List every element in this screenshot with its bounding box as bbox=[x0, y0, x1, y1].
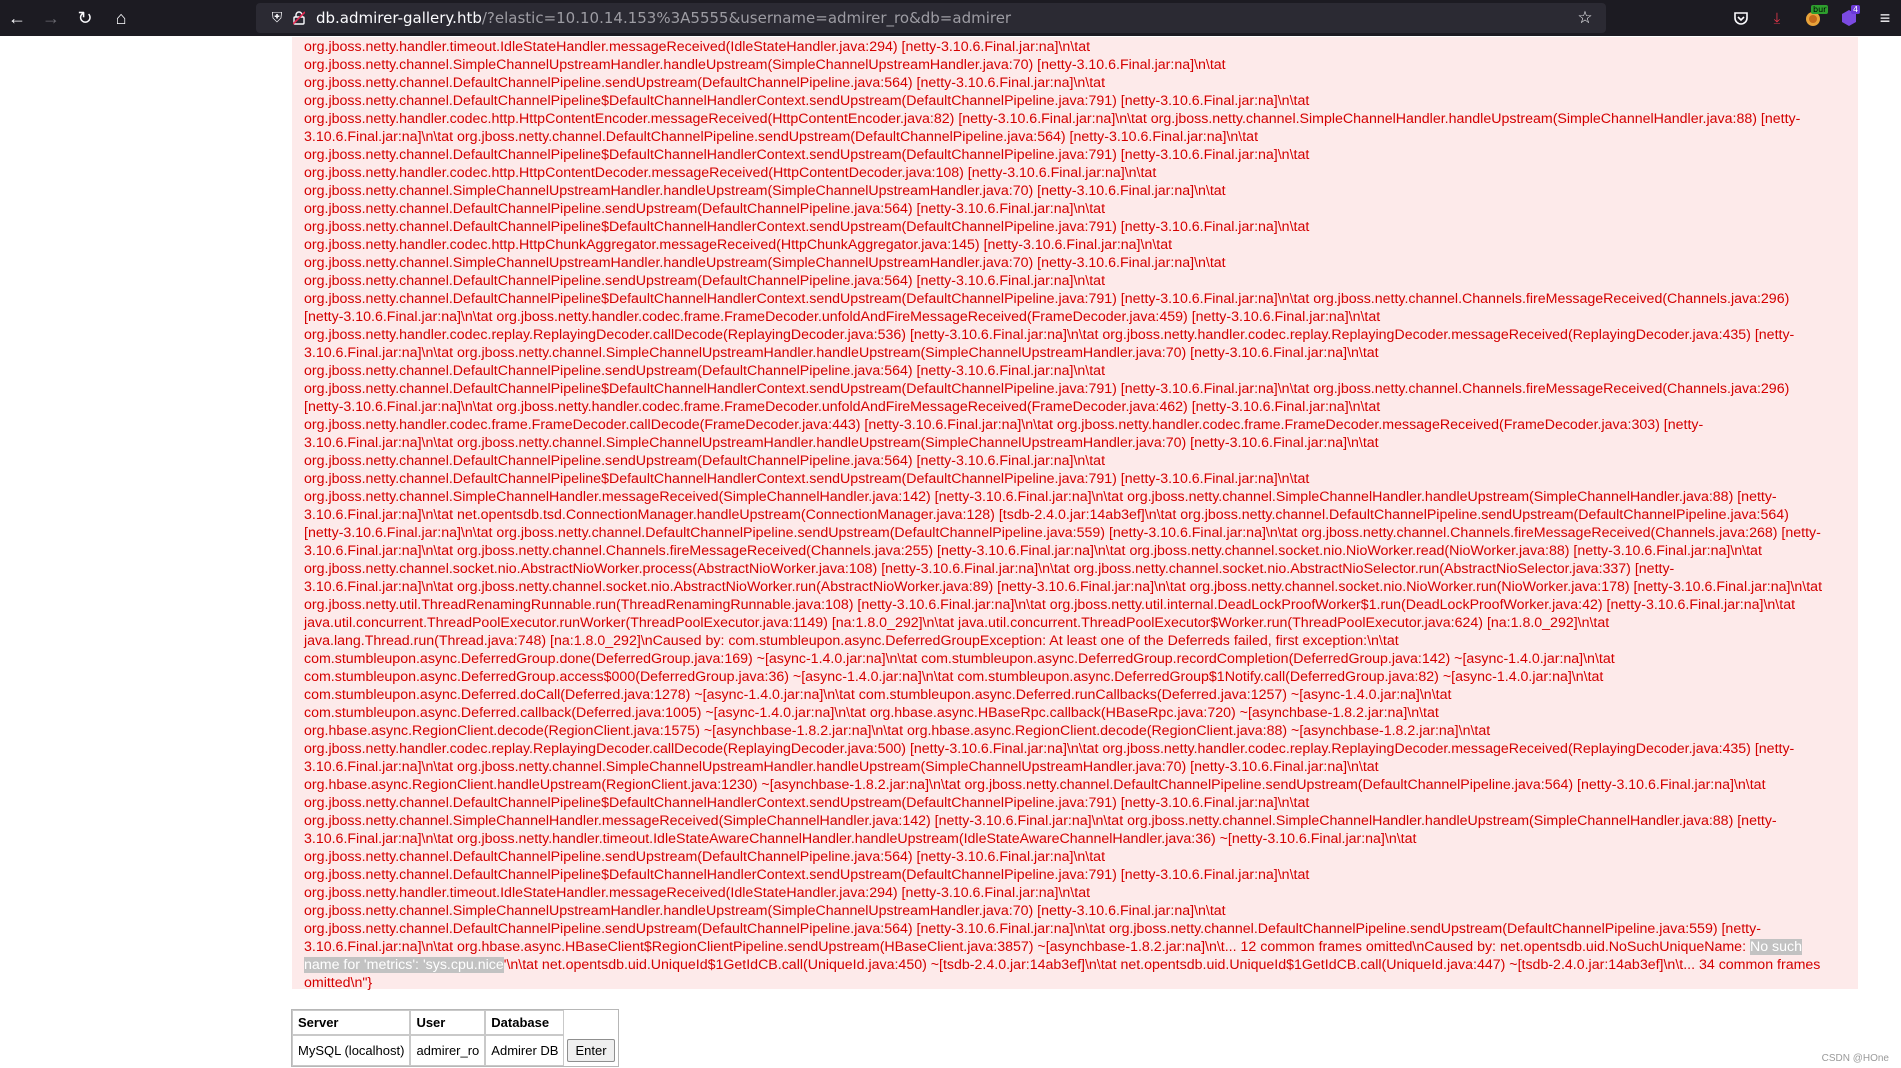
bookmark-star-icon[interactable]: ☆ bbox=[1572, 3, 1598, 33]
shield-icon[interactable]: ⛨ bbox=[266, 3, 288, 33]
extension-badge: bur bbox=[1811, 5, 1829, 14]
database-value: Admirer DB bbox=[485, 1035, 565, 1066]
browser-toolbar: ← → ↻ ⌂ ⛨ db.admirer-gallery.htb/?elasti… bbox=[0, 0, 1901, 36]
lock-icon[interactable] bbox=[288, 3, 310, 33]
url-host: db.admirer-gallery.htb bbox=[316, 9, 482, 27]
user-value: admirer_ro bbox=[410, 1035, 486, 1066]
forward-icon[interactable]: → bbox=[34, 0, 68, 36]
login-header-row: Server User Database bbox=[292, 1010, 618, 1035]
home-icon[interactable]: ⌂ bbox=[104, 0, 138, 36]
watermark: CSDN @HOne bbox=[1821, 1053, 1889, 1064]
user-header: User bbox=[410, 1010, 486, 1035]
login-row: MySQL (localhost) admirer_ro Admirer DB … bbox=[292, 1035, 618, 1066]
enter-button[interactable]: Enter bbox=[567, 1039, 615, 1062]
database-header: Database bbox=[485, 1010, 565, 1035]
purple-extension-icon[interactable]: 4 bbox=[1837, 5, 1861, 30]
extension-count-badge: 4 bbox=[1851, 5, 1861, 14]
burp-extension-icon[interactable]: bur bbox=[1801, 5, 1829, 30]
error-tail: '\n\tat net.opentsdb.uid.UniqueId$1GetId… bbox=[304, 957, 1821, 991]
login-table: Server User Database MySQL (localhost) a… bbox=[291, 1009, 619, 1067]
server-header: Server bbox=[292, 1010, 411, 1035]
back-icon[interactable]: ← bbox=[0, 0, 34, 36]
empty-cell bbox=[564, 1010, 617, 1035]
reload-icon[interactable]: ↻ bbox=[68, 0, 102, 36]
download-icon[interactable]: ⤓ bbox=[1765, 6, 1789, 30]
server-value: MySQL (localhost) bbox=[292, 1035, 411, 1066]
enter-cell: Enter bbox=[564, 1035, 617, 1066]
url-path: /?elastic=10.10.14.153%3A5555&username=a… bbox=[481, 9, 1012, 27]
address-bar[interactable]: ⛨ db.admirer-gallery.htb/?elastic=10.10.… bbox=[256, 3, 1606, 33]
error-text: org.jboss.netty.handler.timeout.IdleStat… bbox=[304, 39, 1823, 955]
error-message-box: org.jboss.netty.handler.timeout.IdleStat… bbox=[292, 37, 1858, 992]
pocket-icon[interactable] bbox=[1729, 6, 1753, 30]
menu-icon[interactable]: ≡ bbox=[1873, 6, 1897, 30]
error-stack-trace: org.jboss.netty.handler.timeout.IdleStat… bbox=[304, 38, 1849, 992]
